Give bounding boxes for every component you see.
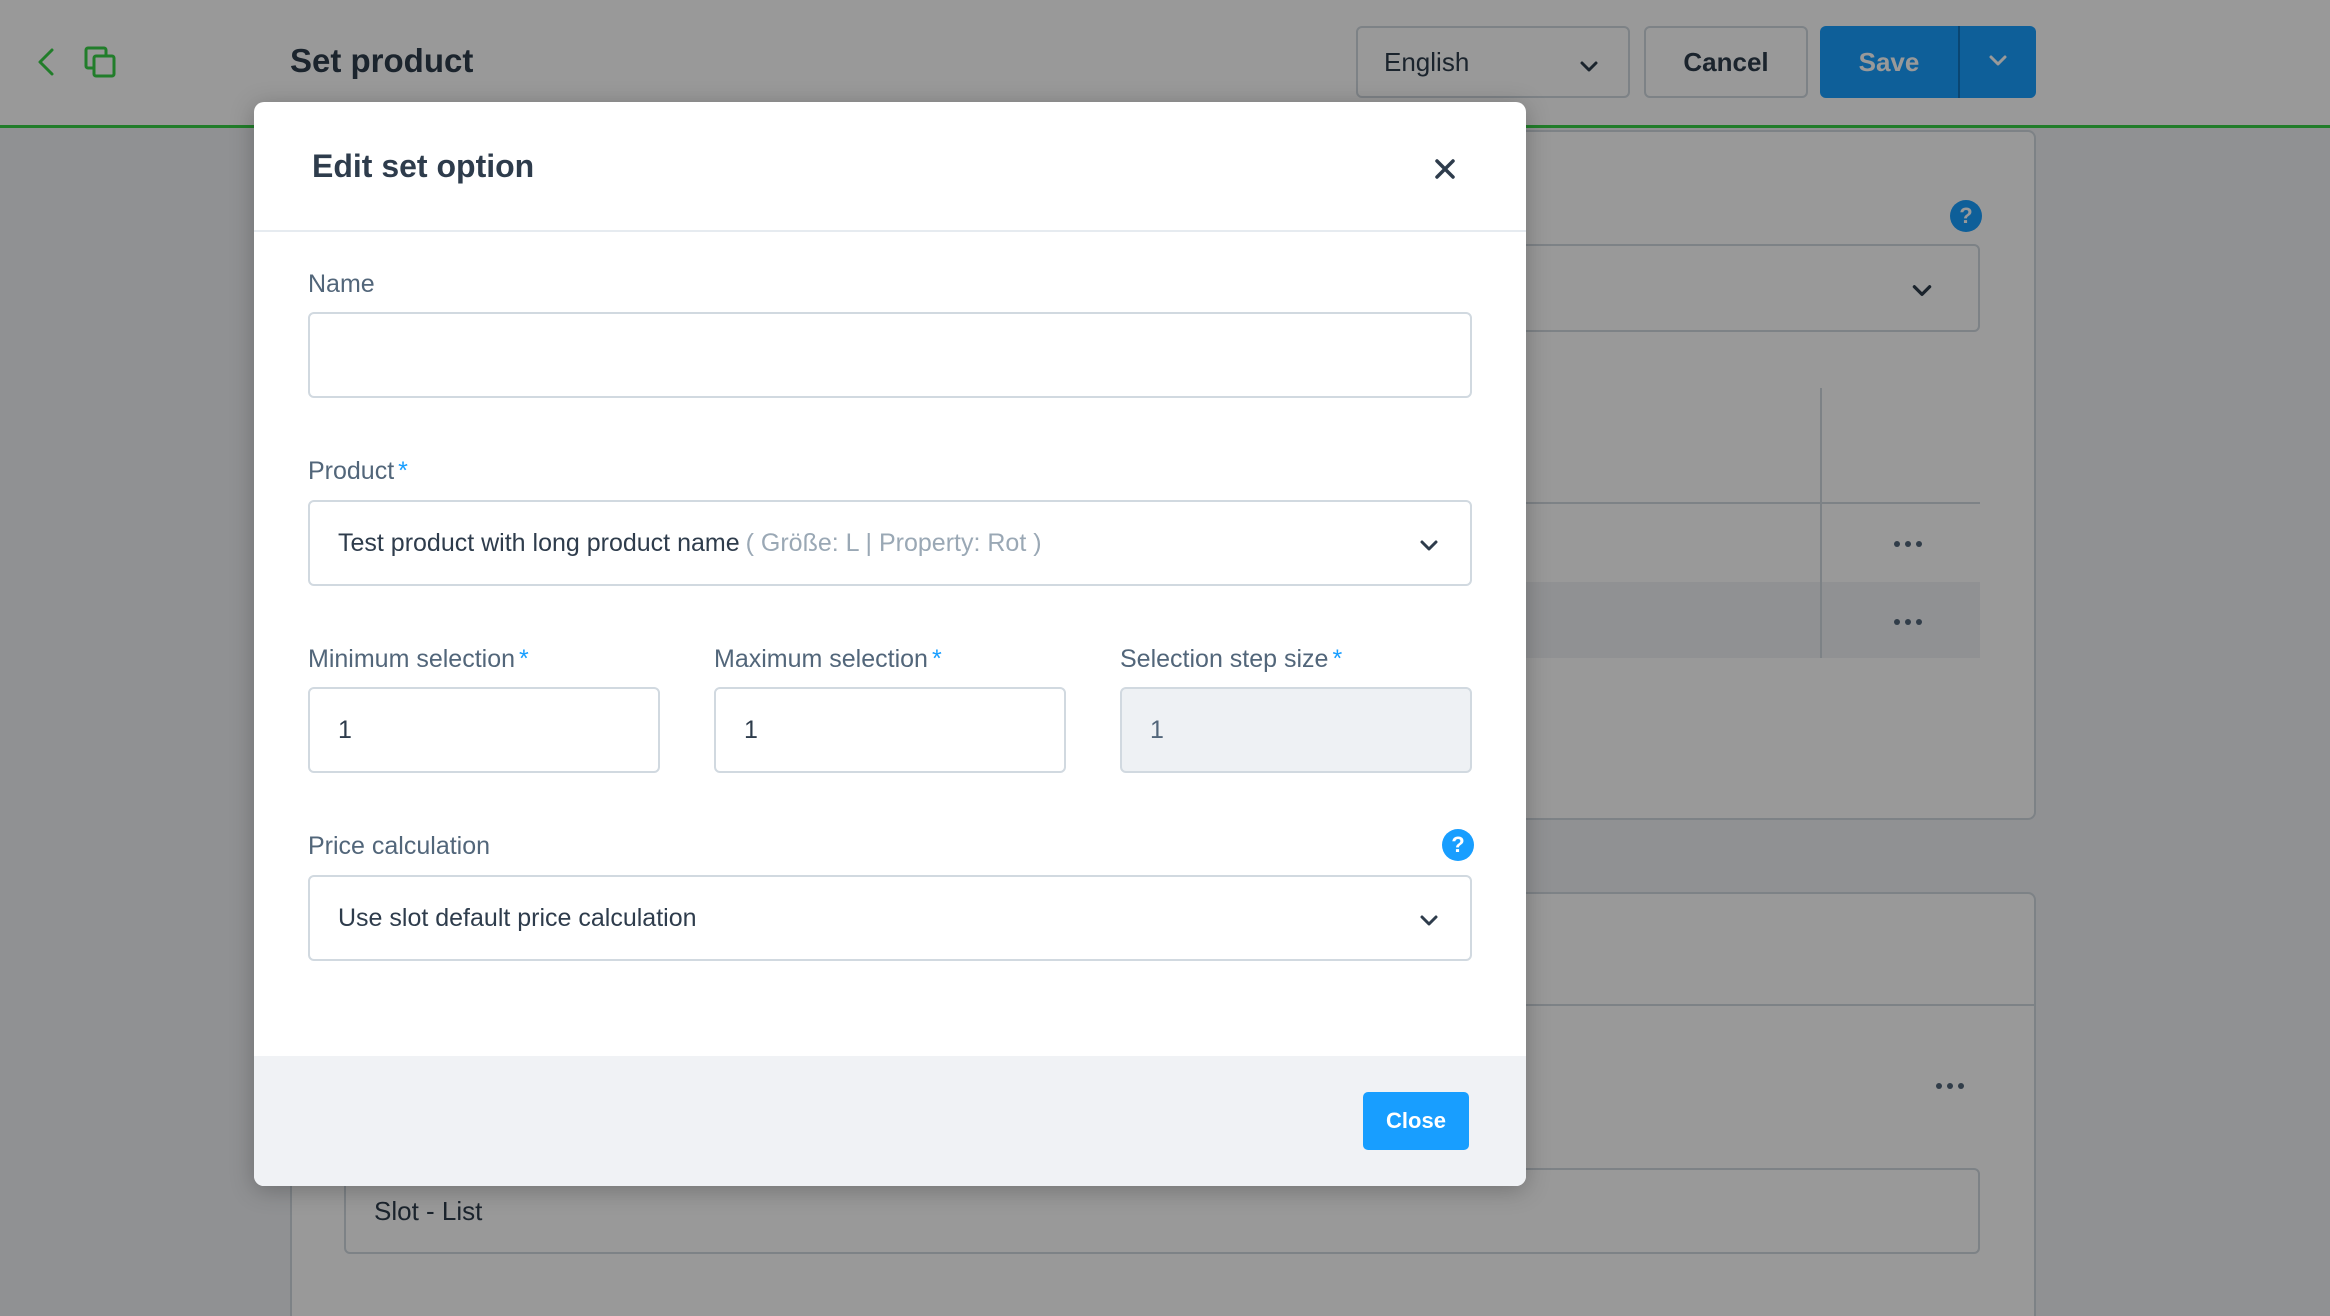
price-calculation-select[interactable]: Use slot default price calculation xyxy=(308,875,1472,961)
modal-header: Edit set option xyxy=(254,102,1526,232)
close-icon[interactable] xyxy=(1430,154,1460,184)
close-button[interactable]: Close xyxy=(1363,1092,1469,1150)
name-input[interactable] xyxy=(308,312,1472,398)
edit-set-option-modal: Edit set option Name Product * Test produ… xyxy=(254,102,1526,1186)
product-label-text: Product xyxy=(308,457,395,485)
modal-footer: Close xyxy=(254,1056,1526,1186)
modal-title: Edit set option xyxy=(312,148,535,184)
max-selection-label-text: Maximum selection xyxy=(714,645,928,673)
max-selection-input[interactable]: 1 xyxy=(714,687,1066,773)
step-size-label: Selection step size * xyxy=(1120,645,1342,674)
required-marker: * xyxy=(398,457,408,485)
chevron-down-icon xyxy=(1418,534,1440,556)
max-selection-label: Maximum selection * xyxy=(714,645,942,674)
min-selection-label-text: Minimum selection xyxy=(308,645,516,673)
name-label: Name xyxy=(308,270,375,299)
required-marker: * xyxy=(519,645,529,673)
required-marker: * xyxy=(1332,645,1343,673)
required-marker: * xyxy=(931,645,942,673)
step-size-input: 1 xyxy=(1120,687,1472,773)
price-calculation-label-text: Price calculation xyxy=(308,832,491,860)
price-calculation-label: Price calculation xyxy=(308,832,490,861)
name-label-text: Name xyxy=(308,270,375,298)
min-selection-input[interactable]: 1 xyxy=(308,687,660,773)
chevron-down-icon xyxy=(1418,909,1440,931)
help-icon[interactable]: ? xyxy=(1442,829,1474,861)
product-label: Product * xyxy=(308,457,408,486)
product-variant: ( Größe: L | Property: Rot ) xyxy=(745,528,1042,557)
product-select[interactable]: Test product with long product name ( Gr… xyxy=(308,500,1472,586)
step-size-label-text: Selection step size xyxy=(1120,645,1329,673)
page: Set product English Cancel Save ? Slot -… xyxy=(0,0,2330,1316)
min-selection-label: Minimum selection * xyxy=(308,645,529,674)
product-value: Test product with long product name xyxy=(338,528,740,557)
price-calculation-value: Use slot default price calculation xyxy=(338,903,697,932)
